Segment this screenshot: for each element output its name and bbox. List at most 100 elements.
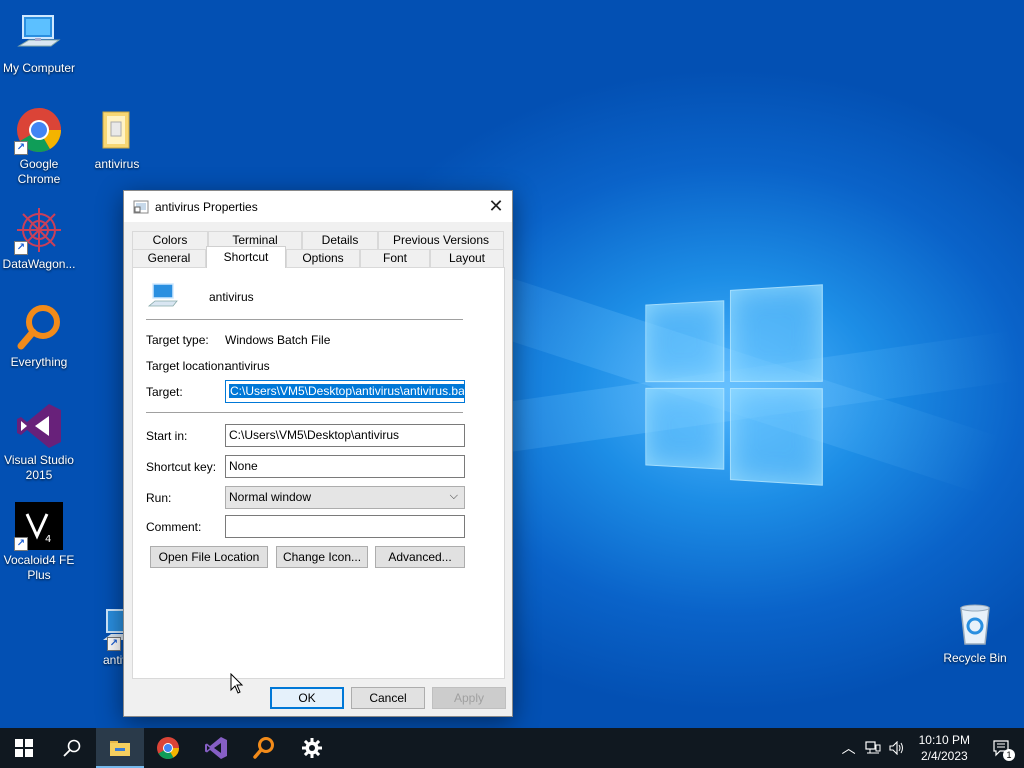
volume-button[interactable]	[885, 728, 909, 768]
datawagon-icon: ↗	[14, 206, 63, 255]
desktop-icon-label: DataWagon...	[2, 257, 76, 271]
shortcut-key-label: Shortcut key:	[146, 460, 217, 474]
clock-time: 10:10 PM	[918, 733, 970, 747]
run-label: Run:	[146, 491, 172, 505]
desktop-icon-datawagon[interactable]: ↗ DataWagon...	[0, 206, 78, 272]
start-in-label: Start in:	[146, 429, 188, 443]
ok-button[interactable]: OK	[270, 687, 344, 709]
start-icon	[15, 739, 33, 757]
close-icon: ✕	[488, 196, 504, 216]
taskbar-visual-studio[interactable]	[192, 728, 240, 768]
target-type-value: Windows Batch File	[225, 333, 331, 347]
separator	[146, 412, 463, 413]
shortcut-properties-icon	[133, 200, 149, 213]
windows-logo-wallpaper	[645, 284, 823, 486]
taskbar-everything[interactable]	[240, 728, 288, 768]
run-select[interactable]: Normal window ⌵	[225, 486, 465, 509]
tab-layout[interactable]: Layout	[430, 249, 504, 267]
desktop-icon-label: Google Chrome	[17, 157, 61, 186]
properties-dialog: antivirus Properties ✕ Colors Terminal D…	[123, 190, 513, 717]
dialog-titlebar[interactable]: antivirus Properties ✕	[124, 191, 512, 222]
taskbar-chrome[interactable]	[144, 728, 192, 768]
target-label: Target:	[146, 385, 183, 399]
desktop-icon-everything[interactable]: Everything	[0, 304, 78, 370]
comment-label: Comment:	[146, 520, 202, 534]
dialog-title: antivirus Properties	[155, 199, 258, 214]
chevron-up-icon: ︿	[841, 740, 856, 756]
system-tray: ︿ 10:10 PM 2/4/2023 1	[837, 728, 1024, 768]
target-location-value: antivirus	[225, 359, 270, 373]
visual-studio-icon	[205, 737, 227, 759]
close-button[interactable]: ✕	[480, 191, 512, 222]
open-file-location-button[interactable]: Open File Location	[150, 546, 268, 568]
desktop-icon-label: My Computer	[2, 61, 76, 75]
shortcut-arrow-icon: ↗	[107, 637, 121, 651]
file-explorer-icon	[110, 741, 130, 756]
clock-date: 2/4/2023	[920, 749, 968, 763]
run-select-value: Normal window	[229, 490, 312, 504]
desktop-icon-visual-studio[interactable]: Visual Studio 2015	[0, 402, 78, 483]
start-in-input[interactable]: C:\Users\VM5\Desktop\antivirus	[225, 424, 465, 447]
shortcut-arrow-icon: ↗	[14, 141, 28, 155]
recycle-bin-icon	[951, 600, 999, 648]
shortcut-arrow-icon: ↗	[14, 241, 28, 255]
desktop-icon-my-computer[interactable]: My Computer	[0, 10, 78, 76]
computer-icon	[15, 10, 63, 58]
desktop-icon-label: Everything	[10, 355, 68, 369]
tab-options[interactable]: Options	[286, 249, 360, 267]
visual-studio-icon	[15, 402, 63, 450]
everything-search-icon	[15, 304, 63, 352]
action-center-button[interactable]: 1	[980, 728, 1024, 768]
search-icon	[63, 739, 81, 757]
desktop-icon-label: Vocaloid4 FE Plus	[3, 553, 75, 582]
tab-font[interactable]: Font	[360, 249, 430, 267]
change-icon-button[interactable]: Change Icon...	[276, 546, 368, 568]
shortcut-arrow-icon: ↗	[14, 537, 28, 551]
advanced-button[interactable]: Advanced...	[375, 546, 465, 568]
separator	[146, 319, 463, 320]
tab-colors[interactable]: Colors	[132, 231, 208, 249]
shortcut-computer-icon	[147, 283, 178, 307]
taskbar: ︿ 10:10 PM 2/4/2023 1	[0, 728, 1024, 768]
target-input-selected-text: C:\Users\VM5\Desktop\antivirus\antivirus…	[229, 384, 464, 398]
shortcut-name: antivirus	[209, 290, 254, 304]
tab-shortcut[interactable]: Shortcut	[206, 246, 286, 268]
taskbar-file-explorer[interactable]	[96, 728, 144, 768]
tab-details[interactable]: Details	[302, 231, 378, 249]
chrome-icon: ↗	[14, 106, 63, 155]
mouse-cursor-icon	[230, 673, 244, 694]
notification-badge: 1	[1003, 749, 1015, 761]
desktop-icon-label: Visual Studio 2015	[4, 453, 74, 482]
speaker-icon	[889, 741, 903, 755]
everything-search-icon	[253, 737, 274, 759]
settings-icon	[302, 738, 322, 758]
desktop-icon-label: antivirus	[94, 157, 140, 171]
shortcut-tab-panel: antivirus Target type: Windows Batch Fil…	[132, 267, 505, 679]
taskbar-settings[interactable]	[288, 728, 336, 768]
chrome-icon	[157, 737, 179, 759]
target-input[interactable]: C:\Users\VM5\Desktop\antivirus\antivirus…	[225, 380, 465, 403]
network-button[interactable]	[861, 728, 885, 768]
tab-previous-versions[interactable]: Previous Versions	[378, 231, 504, 249]
cancel-button[interactable]: Cancel	[351, 687, 425, 709]
show-hidden-icons-button[interactable]: ︿	[837, 728, 861, 768]
taskbar-search-button[interactable]	[48, 728, 96, 768]
clock[interactable]: 10:10 PM 2/4/2023	[909, 732, 980, 764]
tab-general[interactable]: General	[132, 249, 206, 267]
desktop-icon-google-chrome[interactable]: ↗ Google Chrome	[0, 106, 78, 187]
desktop-icon-label: Recycle Bin	[943, 651, 1007, 665]
desktop-icon-antivirus-folder[interactable]: antivirus	[78, 106, 156, 172]
start-button[interactable]	[0, 728, 48, 768]
network-icon	[865, 741, 881, 754]
shortcut-key-input[interactable]: None	[225, 455, 465, 478]
comment-input[interactable]	[225, 515, 465, 538]
target-type-label: Target type:	[146, 333, 209, 347]
target-location-label: Target location:	[146, 359, 228, 373]
desktop-icon-recycle-bin[interactable]: Recycle Bin	[936, 600, 1014, 666]
chevron-down-icon: ⌵	[449, 490, 458, 502]
svg-text:4: 4	[45, 534, 51, 545]
apply-button[interactable]: Apply	[432, 687, 506, 709]
desktop-icon-vocaloid[interactable]: 4 ↗ Vocaloid4 FE Plus	[0, 502, 78, 583]
tab-row-top: Colors Terminal Details Previous Version…	[132, 231, 504, 249]
folder-icon	[93, 106, 141, 154]
